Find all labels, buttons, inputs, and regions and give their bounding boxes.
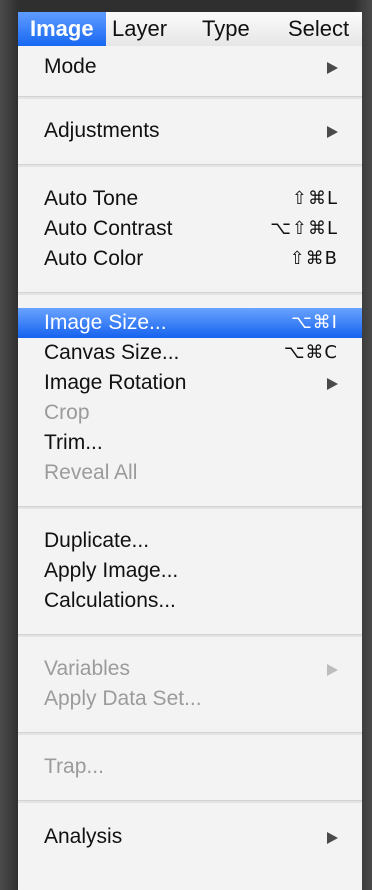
menu-item-label: Image Rotation	[44, 371, 187, 394]
menu-item-label: Trap...	[44, 755, 104, 778]
menu-item-label: Apply Image...	[44, 559, 179, 582]
menu-item-auto-tone[interactable]: Auto Tone ⇧⌘L	[18, 184, 362, 214]
menu-item-image-size[interactable]: Image Size... ⌥⌘I	[18, 308, 362, 338]
menu-item-variables[interactable]: Variables	[18, 654, 362, 684]
submenu-arrow-icon	[327, 126, 338, 138]
menu-item-label: Calculations...	[44, 589, 176, 612]
menubar-item-type[interactable]: Type	[202, 12, 250, 46]
menu-item-apply-image[interactable]: Apply Image...	[18, 556, 362, 586]
menu-item-label: Canvas Size...	[44, 341, 180, 364]
menu-item-trim[interactable]: Trim...	[18, 428, 362, 458]
menubar-item-select[interactable]: Select	[288, 12, 349, 46]
shortcut-text: ⇧⌘B	[289, 248, 338, 269]
menu-item-label: Reveal All	[44, 461, 138, 484]
menu-item-label: Crop	[44, 401, 90, 424]
submenu-arrow-icon	[327, 832, 338, 844]
menu-item-mode[interactable]: Mode	[18, 52, 362, 82]
menu-item-label: Variables	[44, 657, 130, 680]
submenu-arrow-icon	[327, 378, 338, 390]
menu-item-auto-color[interactable]: Auto Color ⇧⌘B	[18, 244, 362, 274]
menu-item-label: Auto Contrast	[44, 217, 173, 240]
menu-item-analysis[interactable]: Analysis	[18, 822, 362, 852]
menu-separator	[18, 732, 362, 735]
menu-item-label: Analysis	[44, 825, 123, 848]
menu-item-label: Apply Data Set...	[44, 687, 202, 710]
menu-bar: Image Layer Type Select	[18, 12, 362, 47]
shortcut-text: ⇧⌘L	[291, 188, 338, 209]
menu-item-auto-contrast[interactable]: Auto Contrast ⌥⇧⌘L	[18, 214, 362, 244]
menu-item-apply-data-set[interactable]: Apply Data Set...	[18, 684, 362, 714]
menu-item-label: Image Size...	[44, 311, 167, 334]
shortcut-text: ⌥⇧⌘L	[270, 218, 338, 239]
menu-separator	[18, 800, 362, 803]
menu-item-canvas-size[interactable]: Canvas Size... ⌥⌘C	[18, 338, 362, 368]
submenu-arrow-icon	[327, 664, 338, 676]
menu-item-calculations[interactable]: Calculations...	[18, 586, 362, 616]
menubar-item-layer[interactable]: Layer	[112, 12, 167, 46]
menu-item-label: Adjustments	[44, 119, 160, 142]
menu-item-duplicate[interactable]: Duplicate...	[18, 526, 362, 556]
menu-item-label: Duplicate...	[44, 529, 150, 552]
menu-item-label: Auto Color	[44, 247, 144, 270]
screenshot-frame: Image Layer Type Select Mode Adjustments…	[0, 0, 372, 890]
menu-item-image-rotation[interactable]: Image Rotation	[18, 368, 362, 398]
shortcut-text: ⌥⌘I	[290, 312, 338, 333]
menu-separator	[18, 164, 362, 167]
menu-item-adjustments[interactable]: Adjustments	[18, 116, 362, 146]
submenu-arrow-icon	[327, 62, 338, 74]
menu-item-label: Mode	[44, 55, 97, 78]
image-menu-dropdown: Mode Adjustments Auto Tone ⇧⌘L Auto Cont…	[18, 46, 362, 890]
shortcut-text: ⌥⌘C	[283, 342, 338, 363]
menu-item-crop[interactable]: Crop	[18, 398, 362, 428]
menu-item-trap[interactable]: Trap...	[18, 752, 362, 782]
menu-item-reveal-all[interactable]: Reveal All	[18, 458, 362, 488]
menubar-item-image[interactable]: Image	[18, 12, 106, 46]
menu-item-label: Trim...	[44, 431, 103, 454]
menu-separator	[18, 634, 362, 637]
menu-separator	[18, 96, 362, 99]
menu-separator	[18, 506, 362, 509]
menu-item-label: Auto Tone	[44, 187, 139, 210]
menu-separator	[18, 292, 362, 295]
